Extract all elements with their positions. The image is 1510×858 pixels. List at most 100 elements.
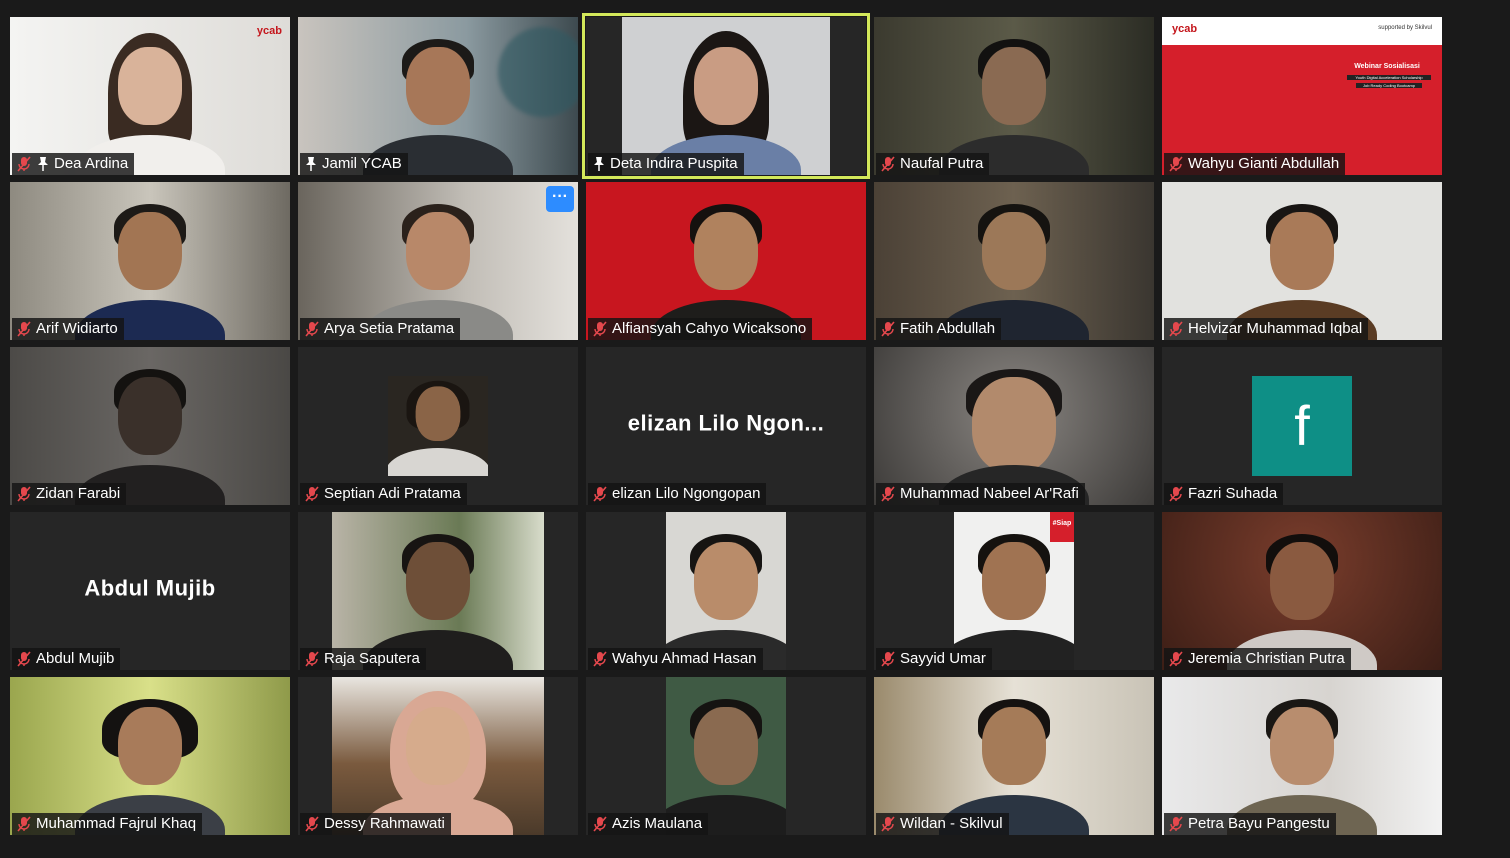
name-tag: Dea Ardina (12, 153, 135, 175)
video-feed (10, 17, 290, 175)
name-tag: Helvizar Muhammad Iqbal (1164, 318, 1369, 340)
participant-name: Muhammad Nabeel Ar'Rafi (900, 485, 1079, 502)
ycab-logo: ycab (256, 25, 282, 37)
participant-name: Petra Bayu Pangestu (1188, 815, 1330, 832)
video-feed (666, 677, 786, 835)
video-feed (1162, 677, 1442, 835)
participant-tile-raja-saputera[interactable]: Raja Saputera (298, 512, 578, 670)
video-feed (388, 376, 488, 476)
video-feed (666, 512, 786, 670)
participant-name: elizan Lilo Ngongopan (612, 485, 761, 502)
muted-mic-icon (880, 321, 896, 337)
participant-tile-elizan-lilo-ngongopan[interactable]: elizan Lilo Ngon... elizan Lilo Ngongopa… (586, 347, 866, 505)
name-tag: Wildan - Skilvul (876, 813, 1009, 835)
muted-mic-icon (880, 156, 896, 172)
video-feed (586, 182, 866, 340)
muted-mic-icon (1168, 651, 1184, 667)
participant-video (388, 376, 488, 476)
participant-tile-wahyu-gianti-abdullah[interactable]: ycab supported by Skilvul Webinar Sosial… (1162, 17, 1442, 175)
name-tag: Dessy Rahmawati (300, 813, 451, 835)
participant-name: Wahyu Ahmad Hasan (612, 650, 757, 667)
sponsor-text: supported by Skilvul (1378, 25, 1432, 31)
muted-mic-icon (16, 651, 32, 667)
display-name: Abdul Mujib (84, 575, 216, 601)
name-tag: Abdul Mujib (12, 648, 121, 670)
video-feed (332, 512, 544, 670)
video-feed (1162, 512, 1442, 670)
name-tag: Muhammad Fajrul Khaq (12, 813, 203, 835)
participant-name: Abdul Mujib (36, 650, 115, 667)
participant-tile-deta-indira-puspita[interactable]: Deta Indira Puspita (582, 13, 870, 179)
name-tag: Arya Setia Pratama (300, 318, 461, 340)
slide-line-2: Job Ready Coding Bootcamp (1356, 83, 1422, 88)
participant-tile-arif-widiarto[interactable]: Arif Widiarto (10, 182, 290, 340)
participant-name: Fatih Abdullah (900, 320, 996, 337)
video-feed (874, 182, 1154, 340)
pin-icon (36, 156, 50, 172)
video-feed (332, 677, 544, 835)
participant-tile-dessy-rahmawati[interactable]: Dessy Rahmawati (298, 677, 578, 835)
participant-tile-helvizar-muhammad-iqbal[interactable]: Helvizar Muhammad Iqbal (1162, 182, 1442, 340)
participant-tile-alfiansyah-cahyo-wicaksono[interactable]: Alfiansyah Cahyo Wicaksono (586, 182, 866, 340)
participant-tile-zidan-farabi[interactable]: Zidan Farabi (10, 347, 290, 505)
name-tag: Jamil YCAB (300, 153, 408, 175)
participant-tile-arya-setia-pratama[interactable]: ··· Arya Setia Pratama (298, 182, 578, 340)
name-tag: Septian Adi Pratama (300, 483, 467, 505)
name-tag: elizan Lilo Ngongopan (588, 483, 767, 505)
muted-mic-icon (880, 651, 896, 667)
muted-mic-icon (880, 816, 896, 832)
participant-tile-azis-maulana[interactable]: Azis Maulana (586, 677, 866, 835)
name-tag: Wahyu Ahmad Hasan (588, 648, 763, 670)
participant-name: Zidan Farabi (36, 485, 121, 502)
participant-tile-septian-adi-pratama[interactable]: Septian Adi Pratama (298, 347, 578, 505)
muted-mic-icon (1168, 156, 1184, 172)
participant-tile-fatih-abdullah[interactable]: Fatih Abdullah (874, 182, 1154, 340)
muted-mic-icon (1168, 486, 1184, 502)
name-tag: Jeremia Christian Putra (1164, 648, 1351, 670)
more-options-button[interactable]: ··· (546, 186, 574, 212)
name-tag: Raja Saputera (300, 648, 426, 670)
participant-name: Septian Adi Pratama (324, 485, 461, 502)
muted-mic-icon (1168, 321, 1184, 337)
name-tag: Deta Indira Puspita (588, 153, 744, 175)
video-feed (1162, 182, 1442, 340)
muted-mic-icon (592, 321, 608, 337)
participant-tile-wildan-skilvul[interactable]: Wildan - Skilvul (874, 677, 1154, 835)
video-feed (10, 677, 290, 835)
participant-tile-jamil-ycab[interactable]: Jamil YCAB (298, 17, 578, 175)
muted-mic-icon (16, 486, 32, 502)
video-feed (874, 17, 1154, 175)
participant-tile-muhammad-fajrul-khaq[interactable]: Muhammad Fajrul Khaq (10, 677, 290, 835)
name-tag: Wahyu Gianti Abdullah (1164, 153, 1346, 175)
muted-mic-icon (304, 651, 320, 667)
participant-name: Deta Indira Puspita (610, 155, 738, 172)
ycab-logo: ycab (1172, 23, 1198, 35)
slide-line-1: Youth Digital Acceleration Scholarship (1347, 75, 1431, 80)
video-feed (298, 17, 578, 175)
name-tag: Azis Maulana (588, 813, 709, 835)
video-feed: #Siap (954, 512, 1074, 670)
participant-tile-abdul-mujib[interactable]: Abdul Mujib Abdul Mujib (10, 512, 290, 670)
muted-mic-icon (592, 486, 608, 502)
pin-icon (304, 156, 318, 172)
participant-tile-petra-bayu-pangestu[interactable]: Petra Bayu Pangestu (1162, 677, 1442, 835)
video-feed (874, 347, 1154, 505)
participant-tile-dea-ardina[interactable]: ycab Dea Ardina (10, 17, 290, 175)
muted-mic-icon (304, 321, 320, 337)
avatar: f (1252, 376, 1352, 476)
name-tag: Petra Bayu Pangestu (1164, 813, 1336, 835)
name-tag: Alfiansyah Cahyo Wicaksono (588, 318, 813, 340)
participant-tile-wahyu-ahmad-hasan[interactable]: Wahyu Ahmad Hasan (586, 512, 866, 670)
muted-mic-icon (1168, 816, 1184, 832)
name-tag: Sayyid Umar (876, 648, 992, 670)
name-tag: Fatih Abdullah (876, 318, 1002, 340)
participant-tile-muhammad-nabeel-ar-rafi[interactable]: Muhammad Nabeel Ar'Rafi (874, 347, 1154, 505)
muted-mic-icon (592, 651, 608, 667)
video-feed (10, 182, 290, 340)
participant-tile-naufal-putra[interactable]: Naufal Putra (874, 17, 1154, 175)
participant-tile-fazri-suhada[interactable]: f Fazri Suhada (1162, 347, 1442, 505)
participant-tile-jeremia-christian-putra[interactable]: Jeremia Christian Putra (1162, 512, 1442, 670)
participant-tile-sayyid-umar[interactable]: #Siap Sayyid Umar (874, 512, 1154, 670)
slide-title: Webinar Sosialisasi (1354, 63, 1420, 70)
video-feed (10, 347, 290, 505)
